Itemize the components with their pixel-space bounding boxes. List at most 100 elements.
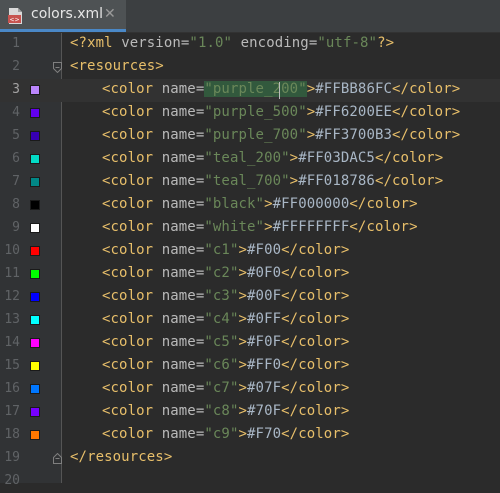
code-token: name: [161, 334, 196, 350]
code-token: >: [340, 288, 350, 304]
code-text[interactable]: <color name="c9">#F70</color>: [102, 426, 349, 442]
code-editor[interactable]: 1 <?xml version="1.0" encoding="utf-8"?> 2…: [0, 33, 500, 488]
code-text[interactable]: <color name="purple_700">#FF3700B3</colo…: [102, 127, 460, 143]
code-token: #F00: [247, 242, 282, 258]
code-token: >: [306, 81, 316, 97]
code-text[interactable]: <color name="purple_500">#FF6200EE</colo…: [102, 104, 460, 120]
code-token: ?>: [377, 35, 395, 51]
code-text[interactable]: <?xml version="1.0" encoding="utf-8"?>: [70, 35, 394, 51]
color-swatch-icon[interactable]: [30, 430, 40, 440]
color-swatch-icon[interactable]: [30, 154, 40, 164]
code-token: <: [102, 311, 111, 327]
line-number: 17: [4, 404, 20, 419]
code-token: "purple_200": [204, 81, 307, 97]
code-token: #FF6200EE: [315, 104, 393, 120]
code-line[interactable]: 8 <color name="black">#FF000000</color>: [0, 194, 500, 217]
code-line[interactable]: 1 <?xml version="1.0" encoding="utf-8"?>: [0, 33, 500, 56]
code-text[interactable]: <color name="c5">#F0F</color>: [102, 334, 349, 350]
color-swatch-icon[interactable]: [30, 384, 40, 394]
code-text[interactable]: <color name="c4">#0FF</color>: [102, 311, 349, 327]
code-line[interactable]: 2 <resources>: [0, 56, 500, 79]
tab-close-icon[interactable]: ✕: [104, 6, 116, 22]
code-text[interactable]: <resources>: [70, 58, 164, 74]
code-text[interactable]: <color name="teal_200">#FF03DAC5</color>: [102, 150, 443, 166]
color-swatch-icon[interactable]: [30, 269, 40, 279]
color-swatch-icon[interactable]: [30, 361, 40, 371]
color-swatch-icon[interactable]: [30, 246, 40, 256]
code-text[interactable]: </resources>: [70, 449, 172, 465]
color-swatch-icon[interactable]: [30, 85, 40, 95]
fold-marker-icon[interactable]: [53, 62, 62, 73]
code-token: >: [306, 104, 316, 120]
color-swatch-icon[interactable]: [30, 292, 40, 302]
code-text[interactable]: <color name="teal_700">#FF018786</color>: [102, 173, 443, 189]
color-swatch-icon[interactable]: [30, 315, 40, 325]
code-text[interactable]: <color name="c6">#FF0</color>: [102, 357, 349, 373]
code-token: </: [281, 334, 299, 350]
line-number: 2: [12, 59, 20, 74]
color-swatch-icon[interactable]: [30, 131, 40, 141]
code-token: color: [110, 173, 162, 189]
xml-file-icon: <>: [8, 8, 22, 24]
code-token: #FF3700B3: [315, 127, 393, 143]
code-token: <: [102, 334, 111, 350]
code-line[interactable]: 20: [0, 470, 500, 493]
code-token: version: [121, 35, 181, 51]
code-token: </: [281, 426, 299, 442]
code-token: color: [298, 265, 341, 281]
code-token: >: [238, 242, 248, 258]
code-token: #FFBB86FC: [315, 81, 393, 97]
code-token: >: [238, 380, 248, 396]
code-line[interactable]: 3 <color name="purple_200">#FFBB86FC</col…: [0, 79, 500, 102]
code-line[interactable]: 11 <color name="c2">#0F0</color>: [0, 263, 500, 286]
code-text[interactable]: <color name="c8">#70F</color>: [102, 403, 349, 419]
code-text[interactable]: <color name="purple_200">#FFBB86FC</colo…: [102, 81, 460, 97]
color-swatch-icon[interactable]: [30, 223, 40, 233]
code-token: #FF03DAC5: [298, 150, 375, 166]
code-text[interactable]: <color name="c2">#0F0</color>: [102, 265, 349, 281]
code-token: name: [161, 380, 196, 396]
color-swatch-icon[interactable]: [30, 407, 40, 417]
code-line[interactable]: 6 <color name="teal_200">#FF03DAC5</color…: [0, 148, 500, 171]
code-token: name: [161, 150, 196, 166]
code-line[interactable]: 18 <color name="c9">#F70</color>: [0, 424, 500, 447]
code-line[interactable]: 5 <color name="purple_700">#FF3700B3</col…: [0, 125, 500, 148]
color-swatch-icon[interactable]: [30, 200, 40, 210]
color-swatch-icon[interactable]: [30, 177, 40, 187]
color-swatch-icon[interactable]: [30, 338, 40, 348]
code-token: </: [349, 219, 367, 235]
line-number: 12: [4, 289, 20, 304]
line-number: 8: [12, 197, 20, 212]
code-line[interactable]: 12 <color name="c3">#00F</color>: [0, 286, 500, 309]
code-token: </: [281, 242, 299, 258]
code-line[interactable]: 17 <color name="c8">#70F</color>: [0, 401, 500, 424]
code-token: color: [110, 150, 162, 166]
tab-colors-xml[interactable]: <> colors.xml ✕: [0, 0, 126, 32]
code-line[interactable]: 7 <color name="teal_700">#FF018786</color…: [0, 171, 500, 194]
code-line[interactable]: 13 <color name="c4">#0FF</color>: [0, 309, 500, 332]
code-text[interactable]: <color name="c3">#00F</color>: [102, 288, 349, 304]
code-line[interactable]: 10 <color name="c1">#F00</color>: [0, 240, 500, 263]
code-token: >: [238, 334, 248, 350]
code-token: >: [289, 173, 299, 189]
code-text[interactable]: <color name="white">#FFFFFFFF</color>: [102, 219, 418, 235]
code-line[interactable]: 15 <color name="c6">#FF0</color>: [0, 355, 500, 378]
code-text[interactable]: <color name="black">#FF000000</color>: [102, 196, 418, 212]
code-token: >: [340, 380, 350, 396]
line-number: 10: [4, 243, 20, 258]
line-number: 13: [4, 312, 20, 327]
code-line[interactable]: 9 <color name="white">#FFFFFFFF</color>: [0, 217, 500, 240]
color-swatch-icon[interactable]: [30, 108, 40, 118]
code-token: </: [392, 104, 410, 120]
code-line[interactable]: 16 <color name="c7">#07F</color>: [0, 378, 500, 401]
code-line[interactable]: 19 </resources>: [0, 447, 500, 470]
code-token: <: [102, 81, 111, 97]
code-token: color: [110, 196, 162, 212]
code-line[interactable]: 14 <color name="c5">#F0F</color>: [0, 332, 500, 355]
fold-marker-icon[interactable]: [53, 453, 62, 464]
code-token: color: [392, 173, 435, 189]
code-line[interactable]: 4 <color name="purple_500">#FF6200EE</col…: [0, 102, 500, 125]
code-token: "c2": [204, 265, 239, 281]
code-text[interactable]: <color name="c7">#07F</color>: [102, 380, 349, 396]
code-text[interactable]: <color name="c1">#F00</color>: [102, 242, 349, 258]
